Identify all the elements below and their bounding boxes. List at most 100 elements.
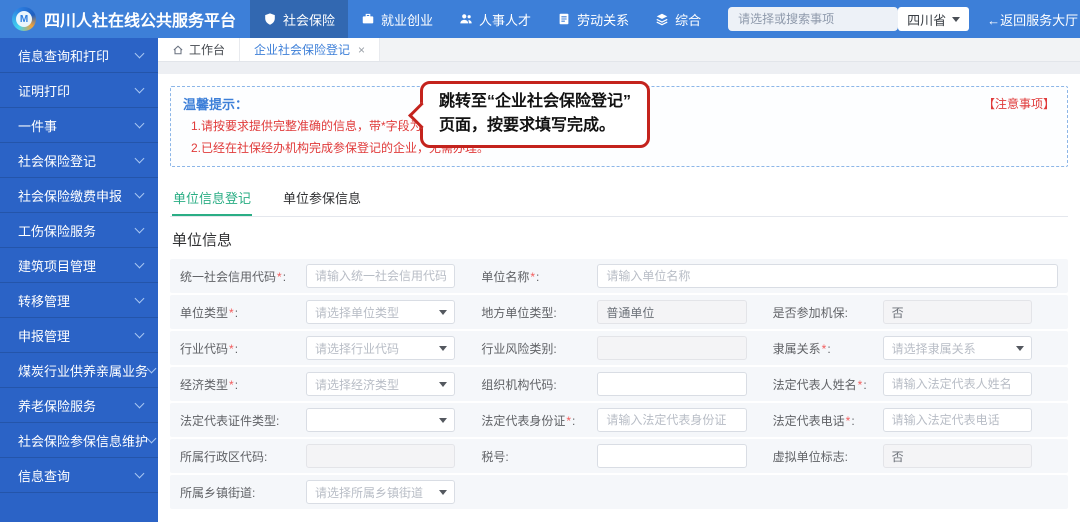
close-icon[interactable]: × xyxy=(358,43,365,57)
readonly-field xyxy=(597,336,746,360)
caret-down-icon xyxy=(439,382,447,387)
readonly-field xyxy=(306,444,455,468)
briefcase-icon xyxy=(361,12,375,26)
required-asterisk: * xyxy=(277,270,282,284)
caret-down-icon xyxy=(439,310,447,315)
tab[interactable]: 企业社会保险登记 × xyxy=(240,38,380,61)
tab[interactable]: 工作台 xyxy=(158,38,240,61)
caret-down-icon xyxy=(1016,346,1024,351)
required-asterisk: * xyxy=(566,414,571,428)
attention-items-link[interactable]: 【注意事项】 xyxy=(983,95,1055,112)
sidebar-item[interactable]: 社会保险缴费申报 xyxy=(0,178,158,213)
chevron-down-icon xyxy=(135,49,145,59)
sub-tab[interactable]: 单位参保信息 xyxy=(282,181,362,216)
form-row: 所属乡镇街道:请选择所属乡镇街道 xyxy=(170,475,1068,509)
sidebar-menu: 信息查询和打印证明打印一件事社会保险登记社会保险缴费申报工伤保险服务建筑项目管理… xyxy=(0,38,158,522)
chevron-down-icon xyxy=(135,469,145,479)
chevron-down-icon xyxy=(147,434,157,444)
sidebar-item-label: 工伤保险服务 xyxy=(18,221,96,240)
sidebar-item[interactable]: 社会保险参保信息维护 xyxy=(0,423,158,458)
form-input[interactable] xyxy=(883,408,1032,432)
tab-label: 工作台 xyxy=(189,41,225,58)
nav-item[interactable]: 综合 xyxy=(642,0,714,38)
app-window: 四川人社在线公共服务平台 社会保险就业创业 人事人才劳动关系 综合 四川省 ←返回服… xyxy=(0,0,1080,522)
form-row: 所属行政区代码:税号:虚拟单位标志:否 xyxy=(170,439,1068,473)
form-select[interactable]: 请选择单位类型 xyxy=(306,300,455,324)
region-label: 四川省 xyxy=(907,10,946,29)
sidebar-item-label: 社会保险登记 xyxy=(18,151,96,170)
form-select[interactable]: 请选择行业代码 xyxy=(306,336,455,360)
form-select[interactable]: 请选择所属乡镇街道 xyxy=(306,480,455,504)
chevron-down-icon xyxy=(135,399,145,409)
form-input[interactable] xyxy=(597,444,746,468)
field-label: 地方单位类型: xyxy=(481,304,597,321)
nav-item[interactable]: 劳动关系 xyxy=(544,0,642,38)
sidebar-item-label: 养老保险服务 xyxy=(18,396,96,415)
nav-item-label: 综合 xyxy=(675,10,701,29)
field-label: 虚拟单位标志: xyxy=(773,448,883,465)
form-row: 法定代表证件类型:法定代表身份证*:法定代表电话*: xyxy=(170,403,1068,437)
sidebar-item-label: 证明打印 xyxy=(18,81,70,100)
caret-down-icon xyxy=(439,346,447,351)
form-input[interactable] xyxy=(597,264,1058,288)
caret-down-icon xyxy=(439,490,447,495)
nav-item[interactable]: 人事人才 xyxy=(446,0,544,38)
brand: 四川人社在线公共服务平台 xyxy=(12,7,236,31)
nav-item-label: 人事人才 xyxy=(479,10,531,29)
tab-label: 企业社会保险登记 xyxy=(254,41,350,58)
sidebar-item[interactable]: 工伤保险服务 xyxy=(0,213,158,248)
sidebar-item[interactable]: 信息查询和打印 xyxy=(0,38,158,73)
sidebar-item[interactable]: 转移管理 xyxy=(0,283,158,318)
field-label: 法定代表身份证*: xyxy=(481,412,597,429)
field-label: 是否参加机保: xyxy=(773,304,883,321)
required-asterisk: * xyxy=(229,342,234,356)
document-icon xyxy=(557,12,571,26)
back-to-hall-link[interactable]: ←返回服务大厅 xyxy=(987,10,1078,29)
sidebar-item[interactable]: 申报管理 xyxy=(0,318,158,353)
chevron-down-icon xyxy=(135,119,145,129)
form-input[interactable] xyxy=(597,408,746,432)
sidebar-item[interactable]: 煤炭行业供养亲属业务 xyxy=(0,353,158,388)
sub-tab[interactable]: 单位信息登记 xyxy=(172,181,252,216)
layers-icon xyxy=(655,12,669,26)
field-label: 组织机构代码: xyxy=(481,376,597,393)
sidebar-item-label: 煤炭行业供养亲属业务 xyxy=(18,361,148,380)
field-label: 隶属关系*: xyxy=(773,340,883,357)
form-input[interactable] xyxy=(883,372,1032,396)
tab-bar: 工作台 企业社会保险登记 × xyxy=(158,38,1080,62)
platform-title: 四川人社在线公共服务平台 xyxy=(44,7,236,31)
required-asterisk: * xyxy=(858,378,863,392)
required-asterisk: * xyxy=(846,414,851,428)
sidebar-item[interactable]: 证明打印 xyxy=(0,73,158,108)
form-select[interactable]: 请选择隶属关系 xyxy=(883,336,1032,360)
readonly-field: 否 xyxy=(883,444,1032,468)
sidebar-item[interactable]: 建筑项目管理 xyxy=(0,248,158,283)
sidebar-item[interactable]: 社会保险登记 xyxy=(0,143,158,178)
region-selector[interactable]: 四川省 xyxy=(898,7,969,31)
field-label: 统一社会信用代码*: xyxy=(180,268,306,285)
nav-item[interactable]: 社会保险 xyxy=(250,0,348,38)
required-asterisk: * xyxy=(822,342,827,356)
search-input[interactable] xyxy=(728,7,898,31)
form-input[interactable] xyxy=(597,372,746,396)
search-box xyxy=(728,7,898,31)
form-input[interactable] xyxy=(306,264,455,288)
sidebar-item[interactable]: 养老保险服务 xyxy=(0,388,158,423)
chevron-down-icon xyxy=(135,294,145,304)
caret-down-icon xyxy=(439,418,447,423)
form-select[interactable] xyxy=(306,408,455,432)
top-nav: 社会保险就业创业 人事人才劳动关系 综合 xyxy=(250,0,714,38)
annotation-callout: 跳转至“企业社会保险登记” 页面，按要求填写完成。 xyxy=(420,81,650,148)
form-select[interactable]: 请选择经济类型 xyxy=(306,372,455,396)
sidebar-item-label: 申报管理 xyxy=(18,326,70,345)
field-label: 法定代表人姓名*: xyxy=(773,376,883,393)
form-row: 经济类型*:请选择经济类型组织机构代码:法定代表人姓名*: xyxy=(170,367,1068,401)
field-label: 单位类型*: xyxy=(180,304,306,321)
nav-item[interactable]: 就业创业 xyxy=(348,0,446,38)
chevron-down-icon xyxy=(135,329,145,339)
sidebar-item[interactable]: 一件事 xyxy=(0,108,158,143)
sidebar-item-label: 信息查询 xyxy=(18,466,70,485)
sidebar-item[interactable]: 信息查询 xyxy=(0,458,158,493)
chevron-down-icon xyxy=(135,189,145,199)
field-label: 单位名称*: xyxy=(481,268,597,285)
